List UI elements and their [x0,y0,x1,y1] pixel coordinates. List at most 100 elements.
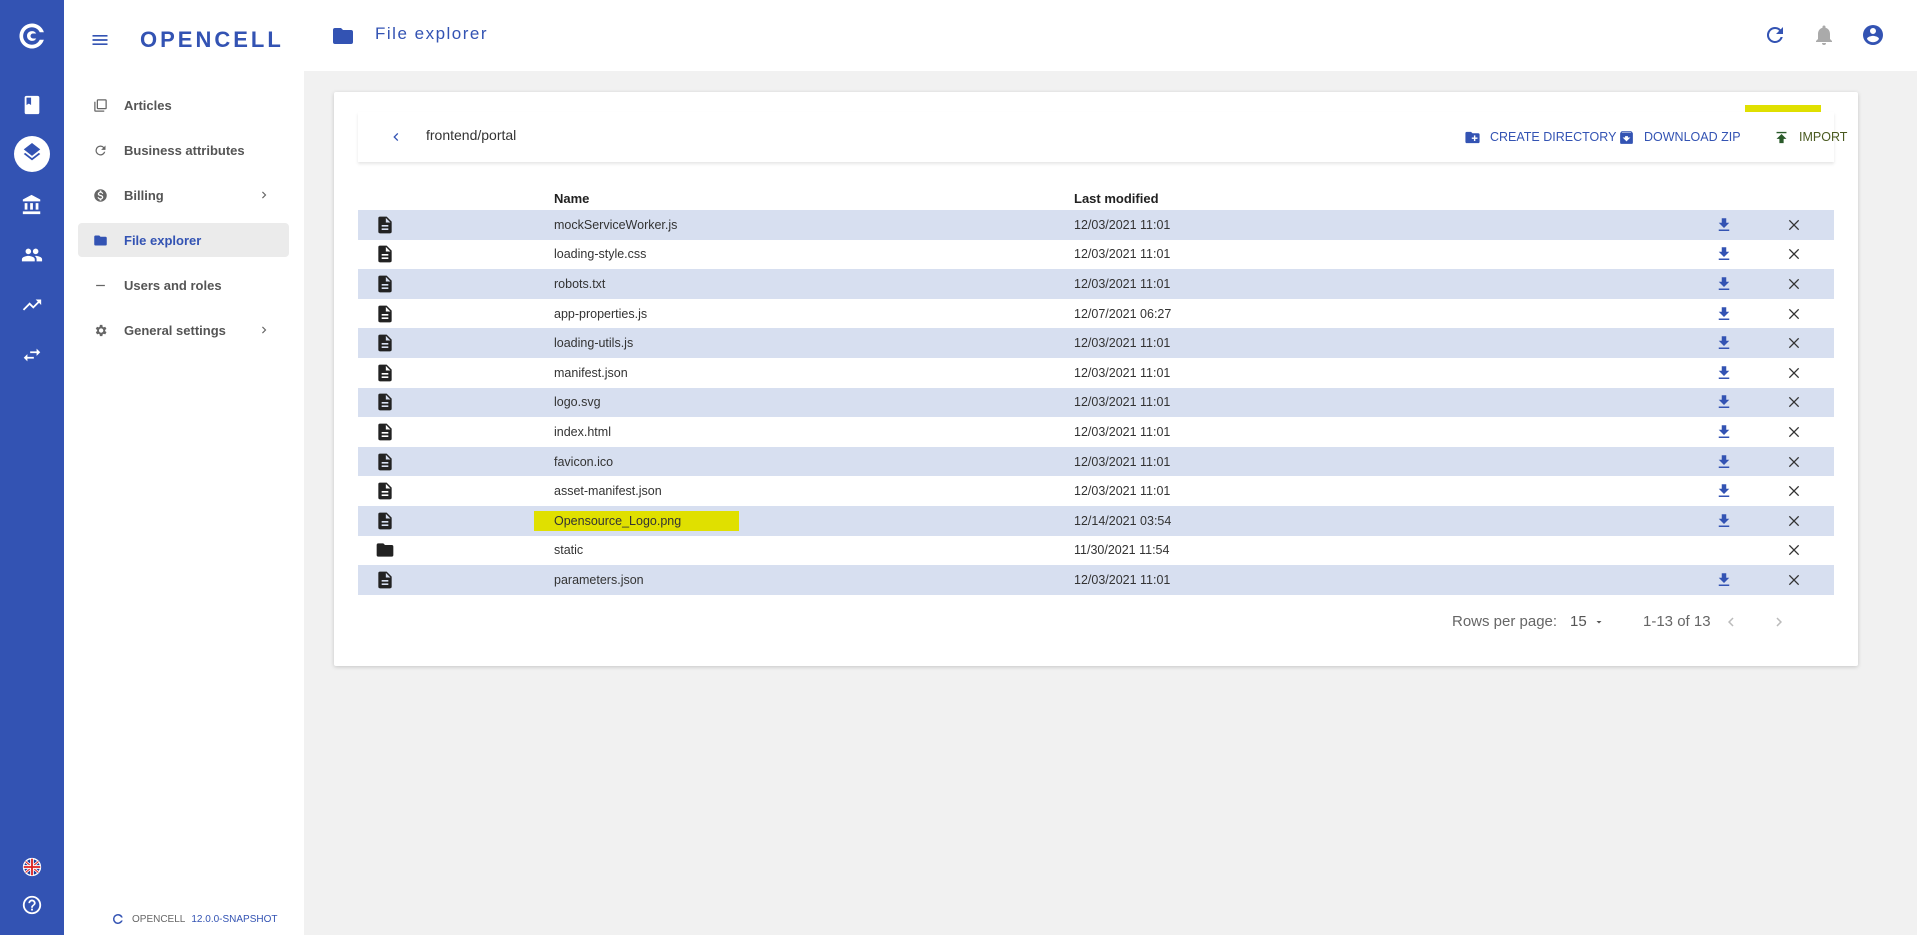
rows-per-page-select[interactable]: 15 [1570,613,1605,630]
menu-icon[interactable] [90,30,110,50]
table-row[interactable]: favicon.ico 12/03/2021 11:01 [358,446,1834,477]
sidebar-item-label: General settings [124,322,226,338]
table-row[interactable]: app-properties.js 12/07/2021 06:27 [358,298,1834,329]
table-row[interactable]: parameters.json 12/03/2021 11:01 [358,565,1834,595]
bell-icon[interactable] [1812,23,1836,47]
file-explorer-card: frontend/portal CREATE DIRECTORY DOWNLOA… [334,92,1858,666]
download-button[interactable] [1694,269,1754,299]
layers-icon[interactable] [14,136,50,172]
page-title: File explorer [375,24,489,43]
download-button[interactable] [1694,328,1754,358]
file-name[interactable]: mockServiceWorker.js [554,218,677,232]
download-button[interactable] [1694,357,1754,388]
delete-button[interactable] [1754,535,1834,566]
close-icon [1788,308,1800,319]
file-name[interactable]: app-properties.js [554,307,647,321]
table-row[interactable]: mockServiceWorker.js 12/03/2021 11:01 [358,210,1834,240]
download-button[interactable] [1694,298,1754,329]
table-row[interactable]: index.html 12/03/2021 11:01 [358,417,1834,447]
import-label: IMPORT [1799,130,1848,144]
file-name[interactable]: manifest.json [554,366,628,380]
download-icon [1718,277,1730,290]
opencell-logo-icon[interactable] [16,20,48,52]
column-header-name[interactable]: Name [554,187,1074,210]
file-name[interactable]: Opensource_Logo.png [534,510,740,531]
create-directory-button[interactable]: CREATE DIRECTORY [1464,126,1616,148]
table-row[interactable]: manifest.json 12/03/2021 11:01 [358,357,1834,388]
delete-button[interactable] [1754,269,1834,299]
account-icon[interactable] [1861,23,1885,47]
file-name[interactable]: asset-manifest.json [554,484,662,498]
people-icon[interactable] [16,239,48,271]
book-icon[interactable] [16,89,48,121]
download-button[interactable] [1694,417,1754,447]
table-row[interactable]: logo.svg 12/03/2021 11:01 [358,387,1834,418]
table-row[interactable]: static 11/30/2021 11:54 [358,535,1834,566]
dollar-icon [92,187,108,203]
download-zip-button[interactable]: DOWNLOAD ZIP [1618,126,1741,148]
delete-button[interactable] [1754,476,1834,506]
delete-button[interactable] [1754,565,1834,595]
back-chevron-icon[interactable] [388,129,404,145]
brand-logo: OPENCELL [140,27,284,52]
import-button[interactable]: IMPORT [1773,126,1847,148]
sidebar-item-business-attributes[interactable]: Business attributes [78,133,289,167]
close-icon [1788,426,1800,438]
file-icon [378,453,392,470]
version-number: 12.0.0-SNAPSHOT [191,913,278,925]
sidebar-item-billing[interactable]: Billing [78,178,289,212]
uk-flag-icon[interactable] [16,851,48,883]
bank-icon[interactable] [16,189,48,221]
delete-button[interactable] [1754,417,1834,447]
download-icon [1718,306,1730,320]
column-header-last-modified[interactable]: Last modified [1074,187,1694,210]
sidebar-item-file-explorer[interactable]: File explorer [78,223,289,257]
delete-button[interactable] [1754,505,1834,536]
delete-button[interactable] [1754,387,1834,418]
file-name[interactable]: logo.svg [554,395,601,409]
articles-icon [92,97,108,113]
table-row[interactable]: loading-utils.js 12/03/2021 11:01 [358,328,1834,358]
download-button[interactable] [1694,239,1754,270]
file-name[interactable]: loading-utils.js [554,336,633,350]
close-icon [1788,219,1800,230]
sidebar-item-general-settings[interactable]: General settings [78,313,289,347]
download-button[interactable] [1694,505,1754,536]
file-name[interactable]: robots.txt [554,277,605,291]
download-button[interactable] [1694,446,1754,477]
sidebar-item-users-and-roles[interactable]: Users and roles [78,268,289,302]
download-icon [1718,218,1730,231]
file-name[interactable]: static [554,543,583,557]
help-icon[interactable] [16,889,48,921]
next-page-icon[interactable] [1770,613,1788,631]
sidebar-item-label: Users and roles [124,277,222,293]
sidebar-item-articles[interactable]: Articles [78,88,289,122]
refresh-icon[interactable] [1763,23,1787,47]
swap-icon[interactable] [16,339,48,371]
delete-button[interactable] [1754,298,1834,329]
file-icon [378,275,392,293]
file-name[interactable]: loading-style.css [554,247,646,261]
download-button[interactable] [1694,210,1754,240]
close-icon [1788,397,1800,408]
table-row[interactable]: asset-manifest.json 12/03/2021 11:01 [358,476,1834,506]
download-button[interactable] [1694,387,1754,418]
previous-page-icon[interactable] [1722,613,1740,631]
delete-button[interactable] [1754,357,1834,388]
download-button[interactable] [1694,476,1754,506]
delete-button[interactable] [1754,239,1834,270]
file-name[interactable]: favicon.ico [554,455,613,469]
table-row[interactable]: robots.txt 12/03/2021 11:01 [358,269,1834,299]
file-name[interactable]: parameters.json [554,573,644,587]
delete-button[interactable] [1754,210,1834,240]
download-button[interactable] [1694,565,1754,595]
table-row[interactable]: Opensource_Logo.png 12/14/2021 03:54 [358,505,1834,536]
file-icon [378,305,392,322]
download-icon [1718,573,1730,586]
download-icon [1718,513,1730,527]
delete-button[interactable] [1754,446,1834,477]
trending-icon[interactable] [16,289,48,321]
file-name[interactable]: index.html [554,425,611,439]
table-row[interactable]: loading-style.css 12/03/2021 11:01 [358,239,1834,270]
delete-button[interactable] [1754,328,1834,358]
